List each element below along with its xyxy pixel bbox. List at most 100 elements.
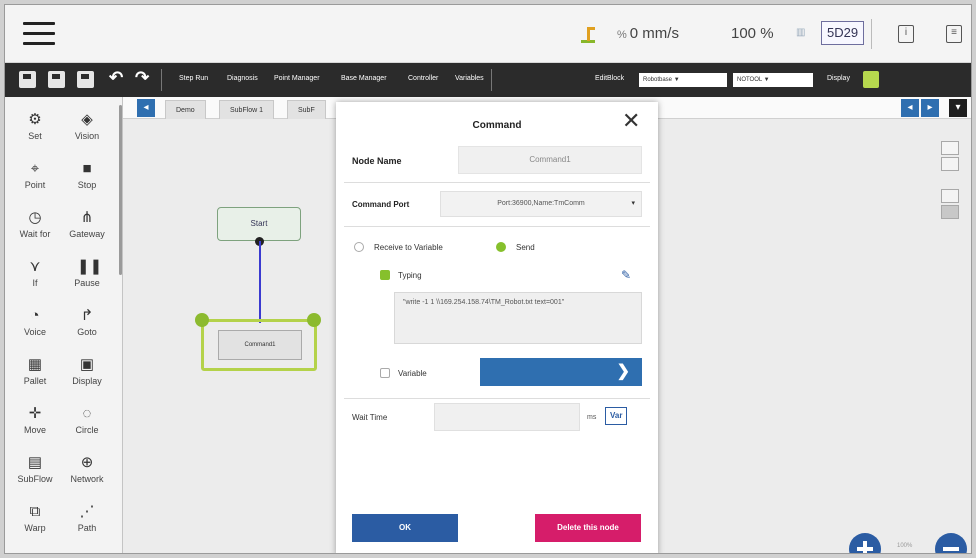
side-panel-icon[interactable] <box>941 205 959 219</box>
menu-diagnosis[interactable]: Diagnosis <box>227 75 258 82</box>
palette-item-label: Pallet <box>23 376 47 386</box>
palette-item-vision[interactable]: ◈ Vision <box>61 111 113 141</box>
side-panel-icon[interactable] <box>941 189 959 203</box>
speed-percentage[interactable]: 100 % <box>731 25 774 42</box>
toolbar-divider <box>491 69 492 91</box>
menu-point-manager[interactable]: Point Manager <box>274 75 320 82</box>
zoom-out-button[interactable] <box>935 533 967 553</box>
palette-item-stop[interactable]: ■ Stop <box>61 160 113 190</box>
palette-item-goto[interactable]: ↱ Goto <box>61 307 113 337</box>
base-dropdown[interactable]: Robotbase ▼ <box>639 73 727 87</box>
node-check-icon <box>307 313 321 327</box>
palette-item-circle[interactable]: ◌ Circle <box>61 405 113 435</box>
palette-item-label: Wait for <box>19 229 51 239</box>
node-name-label: Node Name <box>352 156 402 166</box>
palette-item-label: Path <box>77 523 97 533</box>
close-icon[interactable]: ✕ <box>622 110 640 132</box>
palette-scrollbar[interactable] <box>119 105 122 275</box>
palette-item-label: Network <box>70 474 104 484</box>
if-icon: ⋎ <box>29 258 41 275</box>
hamburger-menu-icon[interactable] <box>23 22 55 46</box>
log-icon[interactable]: ≡ <box>946 25 962 43</box>
variable-label: Variable <box>398 369 427 378</box>
menu-base-manager[interactable]: Base Manager <box>341 75 387 82</box>
palette-item-pause[interactable]: ❚❚ Pause <box>61 258 113 288</box>
info-icon[interactable]: i <box>898 25 914 43</box>
point-icon: ⌖ <box>30 160 40 177</box>
palette-item-pallet[interactable]: ▦ Pallet <box>9 356 61 386</box>
palette-item-point[interactable]: ⌖ Point <box>9 160 61 190</box>
palette-item-label: Stop <box>77 180 97 190</box>
redo-icon[interactable]: ↷ <box>135 68 149 88</box>
tab-prev-icon[interactable]: ◂ <box>137 99 155 117</box>
tab-left-icon[interactable]: ◂ <box>901 99 919 117</box>
palette-item-warp[interactable]: ⧉ Warp <box>9 503 61 533</box>
palette-item-gateway[interactable]: ⋔ Gateway <box>61 209 113 239</box>
wait-time-unit: ms <box>587 414 597 421</box>
side-panel-icon[interactable] <box>941 157 959 171</box>
robot-code-badge[interactable]: 5D29 <box>821 21 865 45</box>
tab-subflow-2[interactable]: SubF <box>287 100 326 119</box>
pallet-icon: ▦ <box>27 356 43 373</box>
side-panel-icon[interactable] <box>941 141 959 155</box>
tab-right-icon[interactable]: ▸ <box>921 99 939 117</box>
base-dropdown-value: Robotbase <box>643 77 673 83</box>
open-project-icon[interactable] <box>77 71 94 88</box>
flow-start-node[interactable]: Start <box>217 207 301 241</box>
tab-subflow-1[interactable]: SubFlow 1 <box>219 100 275 119</box>
typing-textarea[interactable]: "write -1 1 \\169.254.158.74\TM_Robot.tx… <box>394 292 642 344</box>
pencil-icon[interactable]: ✎ <box>621 269 633 281</box>
dialog-divider <box>344 226 650 227</box>
palette-item-network[interactable]: ⊕ Network <box>61 454 113 484</box>
save-icon[interactable] <box>19 71 36 88</box>
palette-item-path[interactable]: ⋰ Path <box>61 503 113 533</box>
node-name-field[interactable]: Command1 <box>458 146 642 174</box>
command-node-label: Command1 <box>218 330 302 360</box>
palette-item-label: Set <box>28 131 42 141</box>
voice-icon: ◔ <box>30 307 40 324</box>
send-radio[interactable] <box>496 242 506 252</box>
variable-checkbox[interactable] <box>380 368 390 378</box>
tab-menu-icon[interactable]: ▾ <box>949 99 967 117</box>
edit-block-label[interactable]: EditBlock <box>595 75 624 82</box>
variable-select-button[interactable]: ❯ <box>480 358 642 386</box>
palette-item-set[interactable]: ⚙ Set <box>9 111 61 141</box>
zoom-in-button[interactable] <box>849 533 881 553</box>
menu-controller[interactable]: Controller <box>408 75 438 82</box>
undo-icon[interactable]: ↶ <box>109 68 123 88</box>
menu-variables[interactable]: Variables <box>455 75 484 82</box>
delete-node-button[interactable]: Delete this node <box>535 514 641 542</box>
ok-button[interactable]: OK <box>352 514 458 542</box>
palette-item-if[interactable]: ⋎ If <box>9 258 61 288</box>
tool-dropdown-value: NOTOOL <box>737 77 763 83</box>
display-label[interactable]: Display <box>827 75 850 82</box>
robot-arm-icon[interactable] <box>579 23 599 45</box>
save-as-icon[interactable] <box>48 71 65 88</box>
var-button[interactable]: Var <box>605 407 628 425</box>
command-port-select[interactable]: Port:36900,Name:TmComm ▾ <box>440 191 642 217</box>
wait-time-field[interactable] <box>434 403 580 431</box>
flow-command-node[interactable]: Command1 <box>201 319 317 371</box>
receive-to-variable-radio[interactable] <box>354 242 364 252</box>
node-check-icon <box>195 313 209 327</box>
palette-item-display[interactable]: ▣ Display <box>61 356 113 386</box>
palette-item-label: Move <box>23 425 46 435</box>
menu-step-run[interactable]: Step Run <box>179 75 208 82</box>
set-icon: ⚙ <box>28 111 42 128</box>
palette-item-move[interactable]: ✛ Move <box>9 405 61 435</box>
display-toggle-icon[interactable] <box>863 71 879 88</box>
typing-checkbox[interactable] <box>380 270 390 280</box>
tool-dropdown[interactable]: NOTOOL ▼ <box>733 73 813 87</box>
palette-item-voice[interactable]: ◔ Voice <box>9 307 61 337</box>
palette-item-subflow[interactable]: ▤ SubFlow <box>9 454 61 484</box>
path-icon: ⋰ <box>79 503 95 520</box>
palette-item-label: Voice <box>23 327 47 337</box>
chevron-down-icon: ▾ <box>631 200 635 207</box>
stop-icon: ■ <box>82 160 92 177</box>
receive-to-variable-label: Receive to Variable <box>374 243 443 252</box>
speed-prefix: % <box>617 29 627 41</box>
palette-item-wait-for[interactable]: ◷ Wait for <box>9 209 61 239</box>
tab-demo[interactable]: Demo <box>165 100 206 119</box>
command-port-label: Command Port <box>352 200 410 209</box>
palette-item-label: SubFlow <box>17 474 53 484</box>
